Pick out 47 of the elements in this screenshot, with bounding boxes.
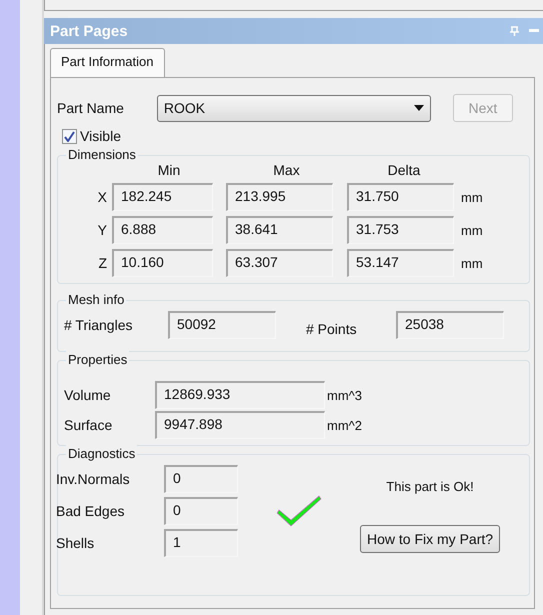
value-field[interactable]: 1 [164, 529, 238, 557]
field-label: Part Name [57, 100, 124, 116]
caret-icon [414, 105, 424, 111]
value-field[interactable]: 31.753 [347, 216, 454, 244]
value-field[interactable]: 213.995 [226, 183, 333, 211]
column-header: Min [156, 162, 182, 178]
diagnostic-label: Shells [56, 535, 96, 551]
group-title: Properties [66, 351, 130, 369]
value-field[interactable]: 50092 [168, 311, 276, 339]
axis-label: X [96, 189, 108, 205]
property-label: Surface [64, 417, 114, 433]
pin-icon[interactable] [510, 26, 519, 36]
unit-label: mm [461, 222, 484, 238]
column-header: Max [272, 162, 301, 178]
column-header: Delta [386, 162, 422, 178]
tab[interactable]: Part Information [50, 48, 164, 77]
value-field[interactable]: 0 [164, 465, 238, 493]
unit-label: mm^3 [327, 388, 363, 402]
property-label: Volume [64, 387, 112, 403]
axis-label: Y [96, 222, 108, 238]
group-title: Diagnostics [66, 445, 138, 463]
status-message: This part is Ok! [386, 479, 474, 494]
value-field[interactable]: 31.750 [347, 183, 454, 211]
field-label: # Points [306, 321, 358, 337]
value-field[interactable]: 63.307 [226, 249, 333, 277]
value-field[interactable]: 12869.933 [155, 381, 325, 409]
checkbox-label: Visible [80, 128, 121, 144]
panel-title: Part Pages [50, 22, 129, 40]
axis-label: Z [97, 255, 108, 271]
diagnostic-label: Bad Edges [56, 503, 126, 519]
minimize-icon[interactable] [529, 29, 539, 33]
unit-label: mm [461, 190, 484, 204]
value-field[interactable]: 9947.898 [155, 411, 325, 439]
value-field[interactable]: 6.888 [112, 216, 213, 244]
value-field[interactable]: 0 [164, 497, 238, 525]
field-label: # Triangles [64, 317, 134, 333]
fix-help-button[interactable]: How to Fix my Part? [360, 525, 500, 553]
value-field[interactable]: 53.147 [347, 249, 454, 277]
unit-label: mm [461, 256, 484, 270]
diagnostic-label: Inv.Normals [56, 471, 131, 487]
part-name-dropdown[interactable]: ROOK [156, 94, 431, 122]
value-field[interactable]: 25038 [396, 311, 504, 339]
value-field[interactable]: 10.160 [112, 249, 213, 277]
checkbox[interactable] [62, 128, 77, 144]
value-field[interactable]: 38.641 [226, 216, 333, 244]
value-field[interactable]: 182.245 [112, 183, 213, 211]
unit-label: mm^2 [327, 418, 363, 432]
